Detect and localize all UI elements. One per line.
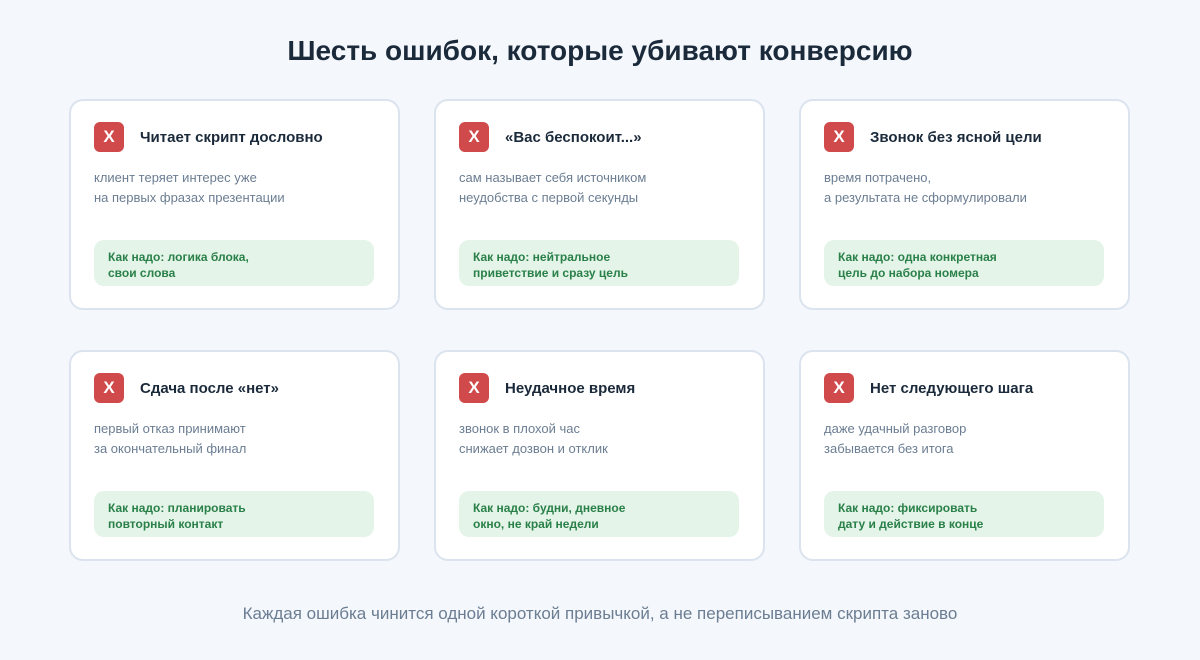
cross-mark-icon: X: [459, 373, 489, 403]
card-description-line: даже удачный разговор: [824, 421, 967, 436]
card-description-line: а результата не сформулировали: [824, 190, 1027, 205]
fix-tip: Как надо: нейтральное приветствие и сраз…: [459, 240, 739, 286]
card-header: X «Вас беспокоит...»: [459, 122, 743, 152]
card-header: X Читает скрипт дословно: [94, 122, 378, 152]
mistake-card-giving-up: X Сдача после «нет» первый отказ принима…: [69, 350, 400, 561]
page-title: Шесть ошибок, которые убивают конверсию: [287, 35, 913, 66]
card-header: X Звонок без ясной цели: [824, 122, 1108, 152]
card-description: звонок в плохой час снижает дозвон и отк…: [459, 419, 743, 459]
fix-tip-line: повторный контакт: [108, 517, 224, 531]
fix-tip-line: Как надо: логика блока,: [108, 250, 249, 264]
card-description: сам называет себя источником неудобства …: [459, 168, 743, 208]
card-description-line: снижает дозвон и отклик: [459, 441, 608, 456]
cross-mark-icon: X: [824, 122, 854, 152]
fix-tip-line: Как надо: будни, дневное: [473, 501, 626, 515]
card-header: X Нет следующего шага: [824, 373, 1108, 403]
fix-tip-line: Как надо: фиксировать: [838, 501, 978, 515]
card-description-line: время потрачено,: [824, 170, 932, 185]
card-title: Нет следующего шага: [870, 379, 1034, 397]
mistakes-grid: X Читает скрипт дословно клиент теряет и…: [69, 99, 1131, 561]
cross-mark-icon: X: [459, 122, 489, 152]
fix-tip: Как надо: фиксировать дату и действие в …: [824, 491, 1104, 537]
card-description-line: за окончательный финал: [94, 441, 247, 456]
card-description-line: неудобства с первой секунды: [459, 190, 639, 205]
card-title: Звонок без ясной цели: [870, 128, 1042, 146]
fix-tip-line: дату и действие в конце: [838, 517, 984, 531]
card-description-line: сам называет себя источником: [459, 170, 647, 185]
mistake-card-no-goal: X Звонок без ясной цели время потрачено,…: [799, 99, 1130, 310]
card-title: Сдача после «нет»: [140, 379, 279, 397]
card-description-line: на первых фразах презентации: [94, 190, 285, 205]
fix-tip-line: Как надо: одна конкретная: [838, 250, 997, 264]
fix-tip: Как надо: будни, дневное окно, не край н…: [459, 491, 739, 537]
fix-tip-line: окно, не край недели: [473, 517, 599, 531]
fix-tip-line: Как надо: нейтральное: [473, 250, 611, 264]
card-title: «Вас беспокоит...»: [505, 128, 642, 146]
card-description: первый отказ принимают за окончательный …: [94, 419, 378, 459]
fix-tip-line: цель до набора номера: [838, 266, 979, 280]
card-description: даже удачный разговор забывается без ито…: [824, 419, 1108, 459]
fix-tip-line: Как надо: планировать: [108, 501, 246, 515]
fix-tip-line: свои слова: [108, 266, 176, 280]
mistake-card-no-next-step: X Нет следующего шага даже удачный разго…: [799, 350, 1130, 561]
card-header: X Неудачное время: [459, 373, 743, 403]
card-description-line: клиент теряет интерес уже: [94, 170, 257, 185]
fix-tip: Как надо: одна конкретная цель до набора…: [824, 240, 1104, 286]
cross-mark-icon: X: [94, 373, 124, 403]
card-title: Неудачное время: [505, 379, 636, 397]
fix-tip-line: приветствие и сразу цель: [473, 266, 628, 280]
footer-note: Каждая ошибка чинится одной короткой при…: [242, 604, 958, 623]
card-description-line: забывается без итога: [824, 441, 954, 456]
card-description-line: первый отказ принимают: [94, 421, 246, 436]
card-header: X Сдача после «нет»: [94, 373, 378, 403]
mistake-card-bad-timing: X Неудачное время звонок в плохой час сн…: [434, 350, 765, 561]
card-description: клиент теряет интерес уже на первых фраз…: [94, 168, 378, 208]
card-title: Читает скрипт дословно: [140, 128, 323, 146]
card-description-line: звонок в плохой час: [459, 421, 580, 436]
fix-tip: Как надо: планировать повторный контакт: [94, 491, 374, 537]
card-description: время потрачено, а результата не сформул…: [824, 168, 1108, 208]
cross-mark-icon: X: [824, 373, 854, 403]
cross-mark-icon: X: [94, 122, 124, 152]
mistake-card-script: X Читает скрипт дословно клиент теряет и…: [69, 99, 400, 310]
fix-tip: Как надо: логика блока, свои слова: [94, 240, 374, 286]
mistake-card-greeting: X «Вас беспокоит...» сам называет себя и…: [434, 99, 765, 310]
